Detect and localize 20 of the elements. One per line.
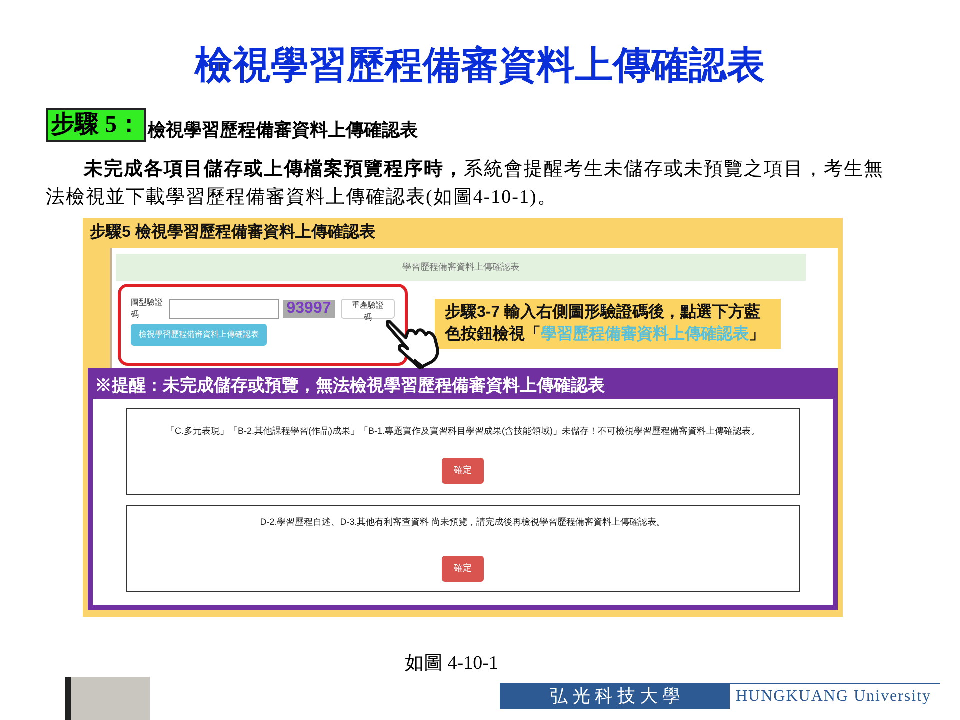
alert-header: ※提醒：未完成儲存或預覽，無法檢視學習歷程備審資料上傳確認表 [93, 373, 833, 399]
callout-note: 步驟3-7 輸入右側圖形驗證碼後，點選下方藍色按鈕檢視「學習歷程備審資料上傳確認表」 [435, 299, 781, 349]
alert-message: 「C.多元表現」「B-2.其他課程學習(作品)成果」「B-1.專題實作及實習科目學習成果(含技能領域)」未儲存！不可檢視學習歷程備審資料上傳確認表。 [166, 425, 760, 438]
panel-header: 步驟5 檢視學習歷程備審資料上傳確認表 [89, 222, 376, 243]
captcha-input[interactable] [168, 299, 279, 319]
step-label: 步驟 5： [46, 108, 146, 142]
step-heading: 檢視學習歷程備審資料上傳確認表 [148, 119, 418, 142]
university-name-zh: 弘 光 科 技 大 學 [500, 684, 730, 709]
captcha-image: 93997 [282, 300, 336, 318]
instruction-paragraph: 未完成各項目儲存或上傳檔案預覽程序時，系統會提醒考生未儲存或未預覽之項目，考生無法檢視並下載學習歷程備審資料上傳確認表(如圖4-10-1)。 [46, 157, 885, 210]
refresh-captcha-button[interactable]: 重產驗證碼 [341, 299, 395, 319]
alert-message: D-2.學習歷程自述、D-3.其他有利審查資料 尚未預覽，請完成後再檢視學習歷程備審資料上傳確認表。 [260, 516, 666, 529]
confirm-button[interactable]: 確定 [442, 556, 484, 582]
university-name-en: HUNGKUANG University [736, 686, 932, 706]
confirm-button[interactable]: 確定 [442, 458, 484, 484]
slide-title: 檢視學習歷程備審資料上傳確認表 [193, 44, 766, 88]
view-confirmation-button[interactable]: 檢視學習歷程備審資料上傳確認表 [131, 324, 267, 346]
figure-caption: 如圖 4-10-1 [405, 652, 498, 676]
captcha-label: 圖型驗證碼 [131, 297, 164, 321]
panel-title-bar: 學習歷程備審資料上傳確認表 [116, 254, 806, 281]
